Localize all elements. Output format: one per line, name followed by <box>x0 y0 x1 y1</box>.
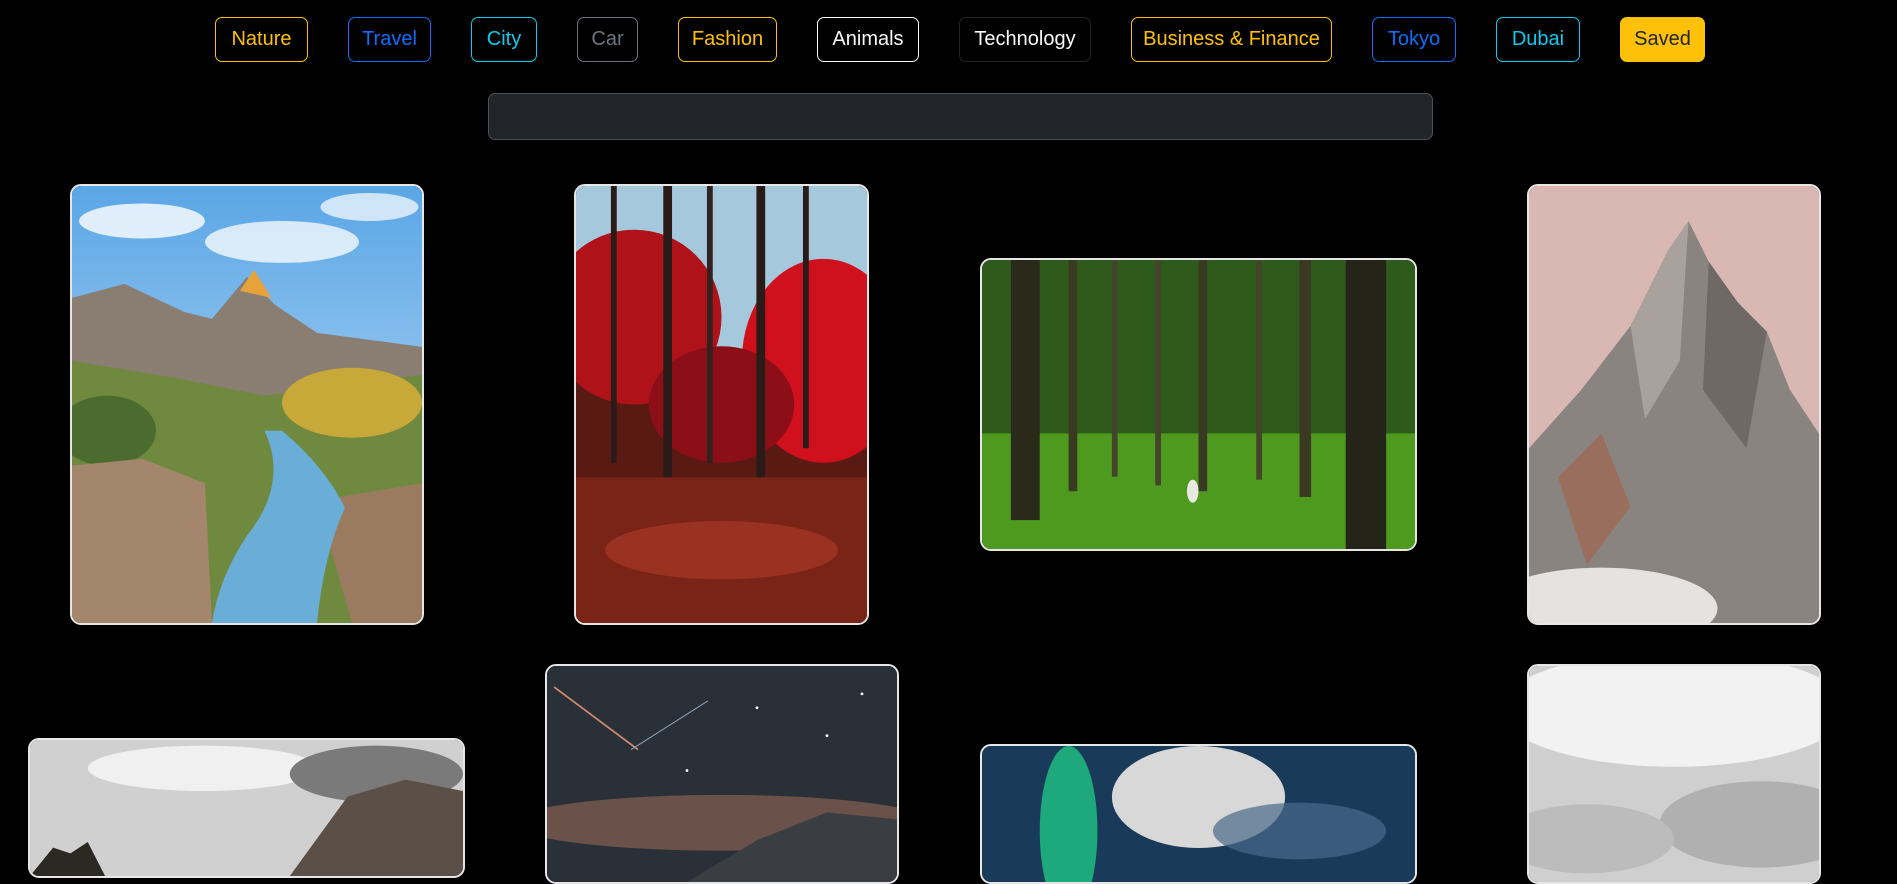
gallery-image-mountain-valley[interactable] <box>28 738 465 878</box>
category-nature-button[interactable]: Nature <box>215 17 308 62</box>
category-technology-button[interactable]: Technology <box>959 17 1091 62</box>
category-business-finance-button[interactable]: Business & Finance <box>1131 17 1332 62</box>
category-tokyo-button[interactable]: Tokyo <box>1372 17 1456 62</box>
search-input[interactable] <box>488 93 1433 140</box>
gallery-image-green-forest[interactable] <box>980 258 1417 551</box>
gallery-image-foggy-clouds[interactable] <box>1527 664 1821 884</box>
gallery-image-red-forest[interactable] <box>574 184 869 625</box>
category-bar: Nature Travel City Car Fashion Animals T… <box>0 17 1897 64</box>
category-city-button[interactable]: City <box>471 17 537 62</box>
category-fashion-button[interactable]: Fashion <box>678 17 777 62</box>
category-travel-button[interactable]: Travel <box>348 17 431 62</box>
gallery-image-mountain-peak[interactable] <box>1527 184 1821 625</box>
gallery-image-aurora[interactable] <box>980 744 1417 884</box>
saved-button[interactable]: Saved <box>1620 17 1705 62</box>
category-animals-button[interactable]: Animals <box>817 17 919 62</box>
gallery-image-night-sky[interactable] <box>545 664 899 884</box>
category-car-button[interactable]: Car <box>577 17 638 62</box>
category-dubai-button[interactable]: Dubai <box>1496 17 1580 62</box>
gallery-image-canyon-river[interactable] <box>70 184 424 625</box>
